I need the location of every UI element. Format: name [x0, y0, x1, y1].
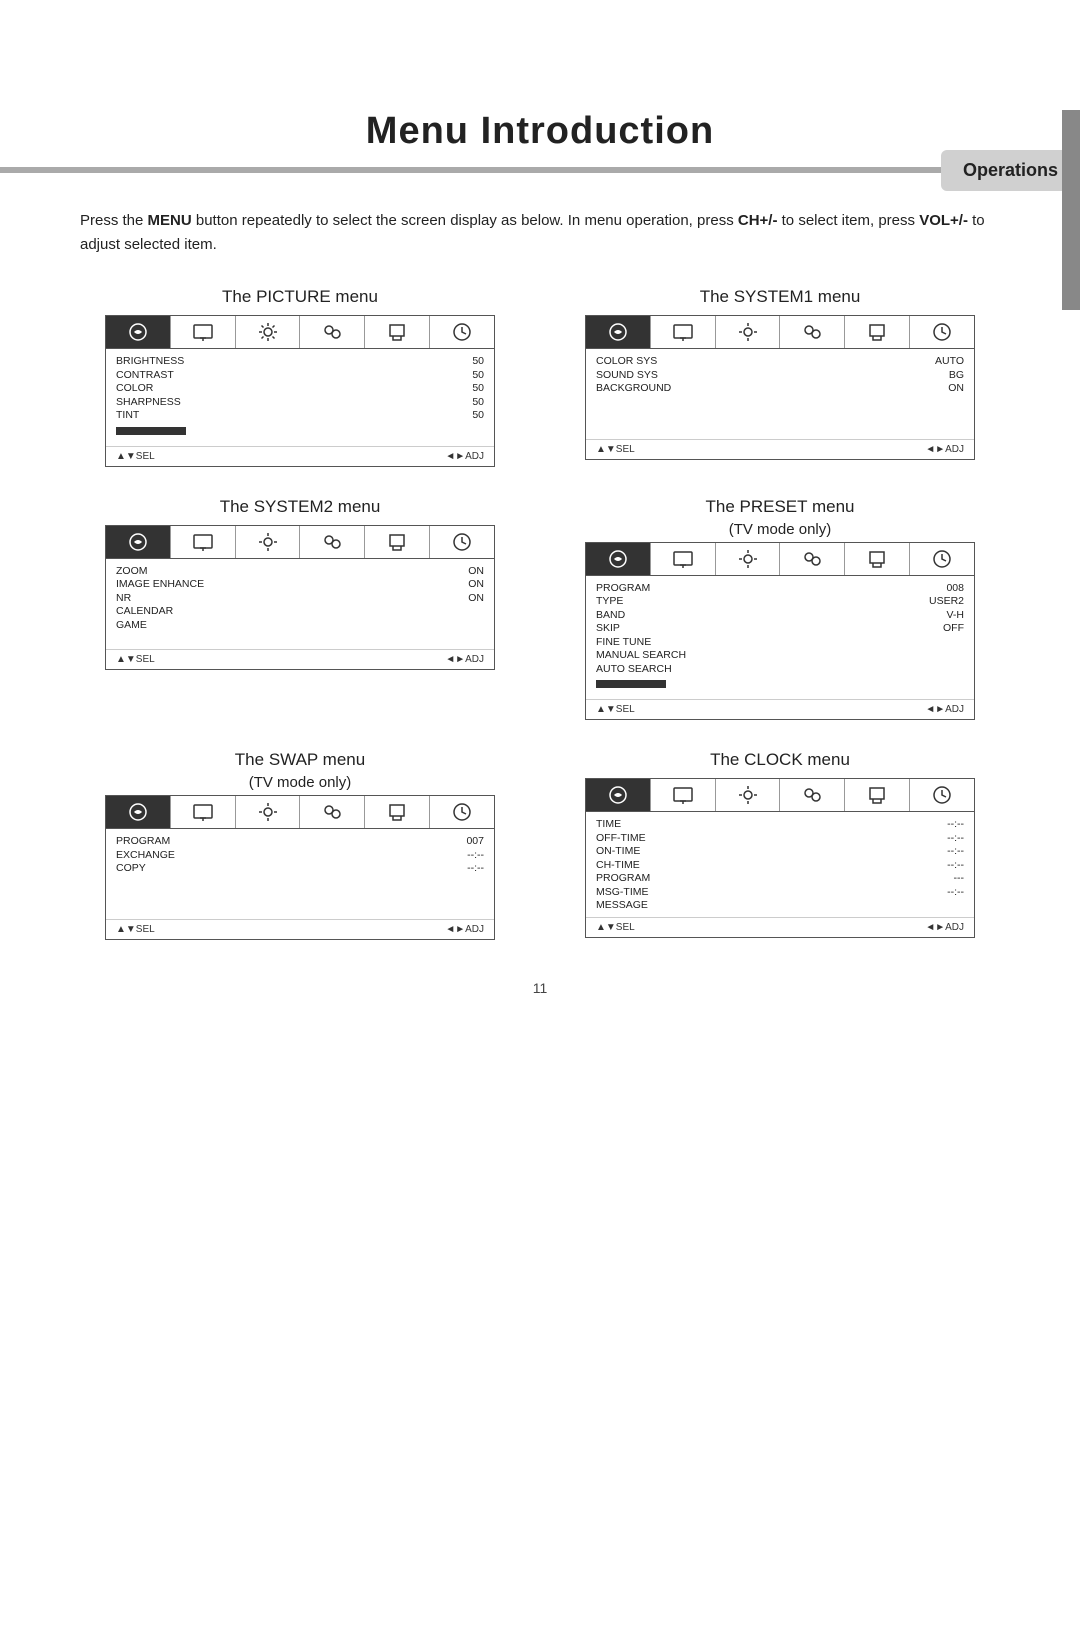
icon-cell-sw-6: [430, 796, 494, 828]
preset-menu-content: PROGRAM008 TYPEUSER2 BANDV-H SKIPOFF FIN…: [586, 576, 974, 700]
icon-cell-c-2: [651, 779, 716, 811]
title-rule: [0, 167, 1080, 173]
system1-menu-title: The SYSTEM1 menu: [585, 287, 975, 307]
picture-menu-footer: ▲▼SEL◄►ADJ: [106, 446, 494, 466]
icon-cell-p-2: [651, 543, 716, 575]
picture-menu-title: The PICTURE menu: [105, 287, 495, 307]
system2-menu-content: ZOOMON IMAGE ENHANCEON NRON CALENDAR GAM…: [106, 559, 494, 649]
icon-cell-5: [365, 316, 430, 348]
operations-tab: Operations: [941, 150, 1080, 191]
icon-cell-s1-1: [586, 316, 651, 348]
system1-menu-panel: The SYSTEM1 menu: [585, 287, 975, 467]
swap-menu-box: PROGRAM007 EXCHANGE--:-- COPY--:-- ▲▼SEL…: [105, 795, 495, 940]
picture-menu-content: BRIGHTNESS50 CONTRAST50 COLOR50 SHARPNES…: [106, 349, 494, 446]
clock-menu-content: TIME--:-- OFF-TIME--:-- ON-TIME--:-- CH-…: [586, 812, 974, 917]
clock-menu-footer: ▲▼SEL◄►ADJ: [586, 917, 974, 937]
preset-menu-title: The PRESET menu: [585, 497, 975, 517]
icon-cell-sw-1: [106, 796, 171, 828]
icon-cell-s1-6: [910, 316, 974, 348]
menu-row-2: The SYSTEM2 menu: [60, 497, 1020, 721]
swap-menu-title: The SWAP menu: [105, 750, 495, 770]
swap-icon-bar: [106, 796, 494, 829]
icon-cell-s2-6: [430, 526, 494, 558]
system2-menu-title: The SYSTEM2 menu: [105, 497, 495, 517]
operations-label: Operations: [963, 160, 1058, 180]
icon-cell-6: [430, 316, 494, 348]
icon-cell-c-3: [716, 779, 781, 811]
picture-menu-box: BRIGHTNESS50 CONTRAST50 COLOR50 SHARPNES…: [105, 315, 495, 467]
sidebar-bar: [1062, 110, 1080, 310]
swap-menu-panel: The SWAP menu (TV mode only): [105, 750, 495, 940]
system2-menu-footer: ▲▼SEL◄►ADJ: [106, 649, 494, 669]
icon-cell-sw-4: [300, 796, 365, 828]
icon-cell-1: [106, 316, 171, 348]
preset-menu-subtitle: (TV mode only): [585, 521, 975, 538]
picture-icon-bar: [106, 316, 494, 349]
icon-cell-sw-2: [171, 796, 236, 828]
icon-cell-3: [236, 316, 301, 348]
icon-cell-4: [300, 316, 365, 348]
clock-menu-title: The CLOCK menu: [585, 750, 975, 770]
menu-row-3: The SWAP menu (TV mode only): [60, 750, 1020, 940]
description: Press the MENU button repeatedly to sele…: [80, 209, 1000, 257]
icon-cell-sw-3: [236, 796, 301, 828]
preset-icon-bar: [586, 543, 974, 576]
page-number: 11: [0, 980, 1080, 996]
clock-menu-panel: The CLOCK menu: [585, 750, 975, 940]
icon-cell-s2-5: [365, 526, 430, 558]
icon-cell-s1-2: [651, 316, 716, 348]
icon-cell-p-6: [910, 543, 974, 575]
swap-menu-subtitle: (TV mode only): [105, 774, 495, 791]
icon-cell-c-6: [910, 779, 974, 811]
preset-menu-box: PROGRAM008 TYPEUSER2 BANDV-H SKIPOFF FIN…: [585, 542, 975, 721]
menu-row-1: The PICTURE menu: [60, 287, 1020, 467]
page-title: Menu Introduction: [0, 110, 1080, 153]
system1-menu-box: COLOR SYSAUTO SOUND SYSBG BACKGROUNDON ▲…: [585, 315, 975, 460]
system2-icon-bar: [106, 526, 494, 559]
system2-menu-panel: The SYSTEM2 menu: [105, 497, 495, 721]
icon-cell-s1-4: [780, 316, 845, 348]
swap-menu-footer: ▲▼SEL◄►ADJ: [106, 919, 494, 939]
icon-cell-p-5: [845, 543, 910, 575]
icon-cell-p-4: [780, 543, 845, 575]
preset-menu-panel: The PRESET menu (TV mode only): [585, 497, 975, 721]
icon-cell-s2-4: [300, 526, 365, 558]
icon-cell-2: [171, 316, 236, 348]
system1-icon-bar: [586, 316, 974, 349]
icon-cell-c-5: [845, 779, 910, 811]
system1-menu-footer: ▲▼SEL◄►ADJ: [586, 439, 974, 459]
system2-menu-box: ZOOMON IMAGE ENHANCEON NRON CALENDAR GAM…: [105, 525, 495, 670]
preset-menu-footer: ▲▼SEL◄►ADJ: [586, 699, 974, 719]
icon-cell-s2-3: [236, 526, 301, 558]
picture-menu-panel: The PICTURE menu: [105, 287, 495, 467]
icon-cell-s2-2: [171, 526, 236, 558]
icon-cell-p-1: [586, 543, 651, 575]
icon-cell-s1-3: [716, 316, 781, 348]
icon-cell-s2-1: [106, 526, 171, 558]
icon-cell-c-1: [586, 779, 651, 811]
icon-cell-p-3: [716, 543, 781, 575]
system1-menu-content: COLOR SYSAUTO SOUND SYSBG BACKGROUNDON: [586, 349, 974, 439]
menus-container: The PICTURE menu: [60, 287, 1020, 940]
icon-cell-s1-5: [845, 316, 910, 348]
swap-menu-content: PROGRAM007 EXCHANGE--:-- COPY--:--: [106, 829, 494, 919]
icon-cell-sw-5: [365, 796, 430, 828]
clock-icon-bar: [586, 779, 974, 812]
icon-cell-c-4: [780, 779, 845, 811]
clock-menu-box: TIME--:-- OFF-TIME--:-- ON-TIME--:-- CH-…: [585, 778, 975, 938]
